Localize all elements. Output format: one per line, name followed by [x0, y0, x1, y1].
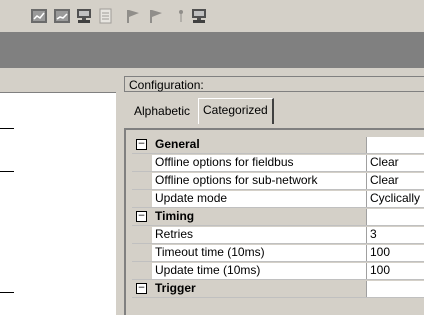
grid-icon-2[interactable]	[53, 8, 71, 24]
row-gutter	[132, 172, 152, 189]
panel-splitter[interactable]	[116, 76, 122, 315]
grid-icon[interactable]	[30, 8, 48, 24]
computer-icon[interactable]	[75, 8, 93, 24]
property-row[interactable]: Timeout time (10ms) 100	[132, 244, 424, 262]
property-row[interactable]: Update time (10ms) 100	[132, 262, 424, 280]
collapse-icon[interactable]: −	[136, 211, 147, 222]
category-value-cell	[366, 209, 424, 225]
row-gutter	[132, 154, 152, 171]
property-value[interactable]: 100	[366, 263, 424, 279]
row-gutter	[132, 226, 152, 243]
flag-icon-2[interactable]	[147, 8, 165, 24]
property-row[interactable]: Offline options for sub-network Clear	[132, 172, 424, 190]
collapse-icon[interactable]: −	[136, 283, 147, 294]
tree-connector	[0, 292, 14, 293]
row-gutter	[132, 262, 152, 279]
row-gutter	[132, 190, 152, 207]
property-grid: − General Offline options for fieldbus Clea…	[124, 128, 424, 315]
left-panel	[0, 76, 117, 315]
tab-alphabetic[interactable]: Alphabetic	[130, 102, 194, 124]
configuration-label: Configuration:	[124, 76, 424, 92]
property-grid-rows: − General Offline options for fieldbus Clea…	[132, 136, 424, 298]
property-value[interactable]: Clear	[366, 155, 424, 171]
tree-connector	[0, 171, 14, 172]
property-value[interactable]: Cyclically	[366, 191, 424, 207]
category-row[interactable]: − Trigger	[132, 280, 424, 298]
property-value[interactable]: 100	[366, 245, 424, 261]
property-value[interactable]: 3	[366, 227, 424, 243]
category-row[interactable]: − General	[132, 136, 424, 154]
property-row[interactable]: Retries 3	[132, 226, 424, 244]
property-name: Update time (10ms)	[152, 263, 366, 279]
category-label: General	[155, 137, 200, 151]
row-gutter: −	[132, 136, 152, 153]
category-row[interactable]: − Timing	[132, 208, 424, 226]
property-name: Timeout time (10ms)	[152, 245, 366, 261]
property-name: Retries	[152, 227, 366, 243]
left-panel-header	[0, 76, 117, 93]
category-value-cell	[366, 137, 424, 153]
category-value-cell	[366, 281, 424, 297]
category-label: Trigger	[155, 281, 196, 295]
property-row[interactable]: Update mode Cyclically	[132, 190, 424, 208]
flag-icon[interactable]	[124, 8, 142, 24]
tree-connector	[0, 128, 14, 129]
collapse-icon[interactable]: −	[136, 139, 147, 150]
property-row[interactable]: Offline options for fieldbus Clear	[132, 154, 424, 172]
tab-categorized[interactable]: Categorized	[198, 98, 274, 124]
row-gutter: −	[132, 280, 152, 297]
property-name: Offline options for fieldbus	[152, 155, 366, 171]
toolbar	[0, 0, 424, 32]
property-value[interactable]: Clear	[366, 173, 424, 189]
row-gutter	[132, 244, 152, 261]
pin-icon[interactable]	[172, 8, 190, 24]
property-name: Offline options for sub-network	[152, 173, 366, 189]
title-bar	[0, 32, 424, 68]
document-icon[interactable]	[97, 8, 115, 24]
monitor-icon[interactable]	[190, 8, 208, 24]
row-gutter: −	[132, 208, 152, 225]
property-name: Update mode	[152, 191, 366, 207]
tab-strip: Alphabetic Categorized	[124, 94, 424, 128]
category-label: Timing	[155, 209, 195, 223]
